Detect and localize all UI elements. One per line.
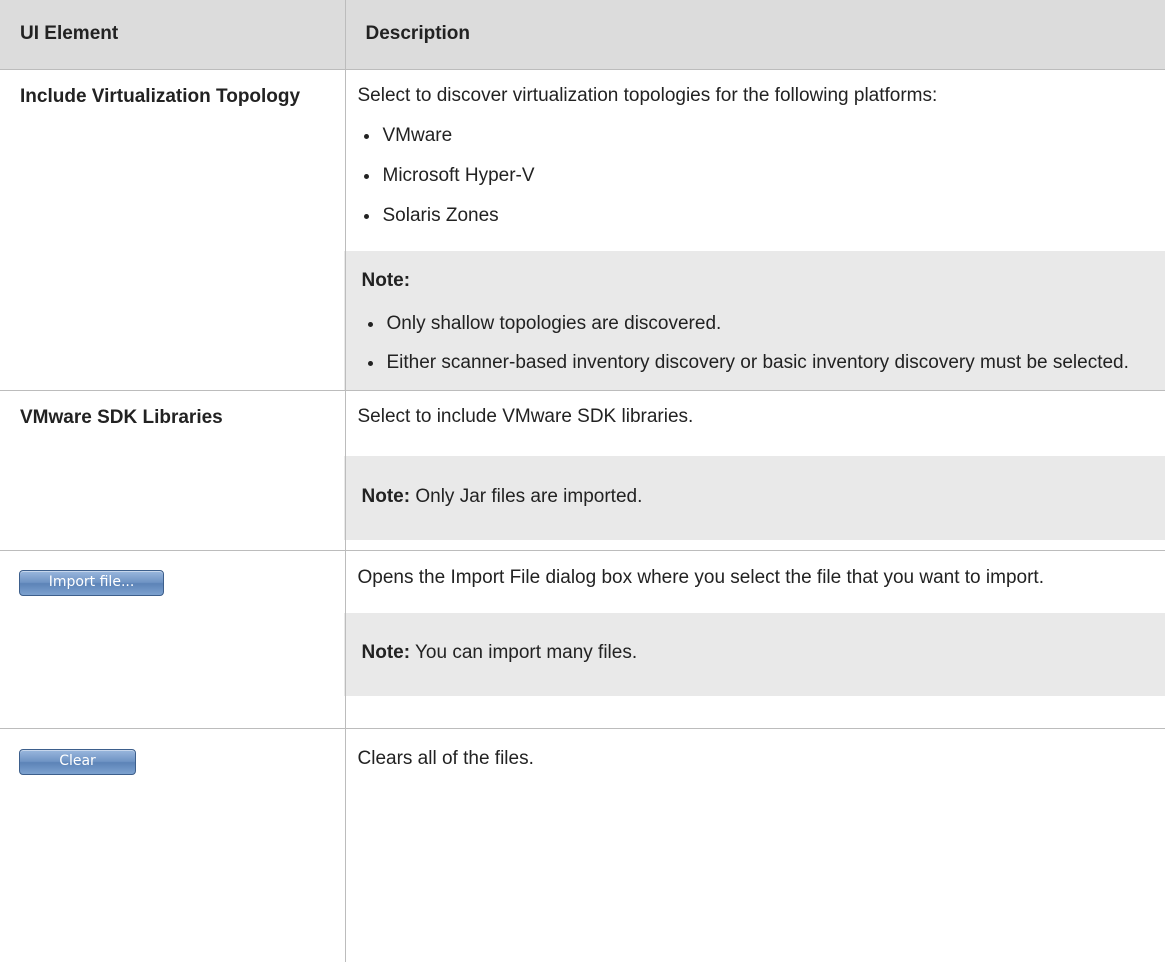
platform-list: VMware Microsoft Hyper-V Solaris Zones <box>358 122 1158 229</box>
note-label: Note: <box>362 486 411 507</box>
table-row: Import file... Opens the Import File dia… <box>0 550 1165 728</box>
ui-element-cell: Clear <box>0 728 345 962</box>
table-row: Include Virtualization Topology Select t… <box>0 69 1165 390</box>
clear-button[interactable]: Clear <box>19 749 136 775</box>
ui-element-cell: Include Virtualization Topology <box>0 69 345 390</box>
list-item: Either scanner-based inventory discovery… <box>362 349 1156 376</box>
note-box: Note: You can import many files. <box>344 613 1165 696</box>
import-file-button[interactable]: Import file... <box>19 570 164 596</box>
note-label: Note: <box>362 267 1156 294</box>
note-box: Note: Only shallow topologies are discov… <box>344 251 1165 390</box>
ui-element-cell: VMware SDK Libraries <box>0 390 345 550</box>
column-header-description: Description <box>345 0 1165 69</box>
ui-element-name: Include Virtualization Topology <box>0 70 345 110</box>
table-row: VMware SDK Libraries Select to include V… <box>0 390 1165 550</box>
description-cell: Select to discover virtualization topolo… <box>345 69 1165 390</box>
description-text: Clears all of the files. <box>358 745 1158 772</box>
description-cell: Select to include VMware SDK libraries. … <box>345 390 1165 550</box>
ui-element-name: VMware SDK Libraries <box>0 391 345 431</box>
table-header-row: UI Element Description <box>0 0 1165 69</box>
list-item: Solaris Zones <box>358 202 1158 229</box>
list-item: Only shallow topologies are discovered. <box>362 310 1156 337</box>
note-list: Only shallow topologies are discovered. … <box>362 310 1156 376</box>
ui-element-table: UI Element Description Include Virtualiz… <box>0 0 1165 962</box>
note-box: Note: Only Jar files are imported. <box>344 456 1165 540</box>
ui-element-cell: Import file... <box>0 550 345 728</box>
description-cell: Opens the Import File dialog box where y… <box>345 550 1165 728</box>
column-header-ui-element: UI Element <box>0 0 345 69</box>
list-item: Microsoft Hyper-V <box>358 162 1158 189</box>
description-text: Opens the Import File dialog box where y… <box>358 564 1158 591</box>
note-text: You can import many files. <box>415 642 637 663</box>
description-text: Select to include VMware SDK libraries. <box>358 403 1158 430</box>
list-item: VMware <box>358 122 1158 149</box>
description-text: Select to discover virtualization topolo… <box>358 82 1158 109</box>
description-cell: Clears all of the files. <box>345 728 1165 962</box>
table-row: Clear Clears all of the files. <box>0 728 1165 962</box>
note-label: Note: <box>362 642 411 663</box>
note-text: Only Jar files are imported. <box>415 486 642 507</box>
